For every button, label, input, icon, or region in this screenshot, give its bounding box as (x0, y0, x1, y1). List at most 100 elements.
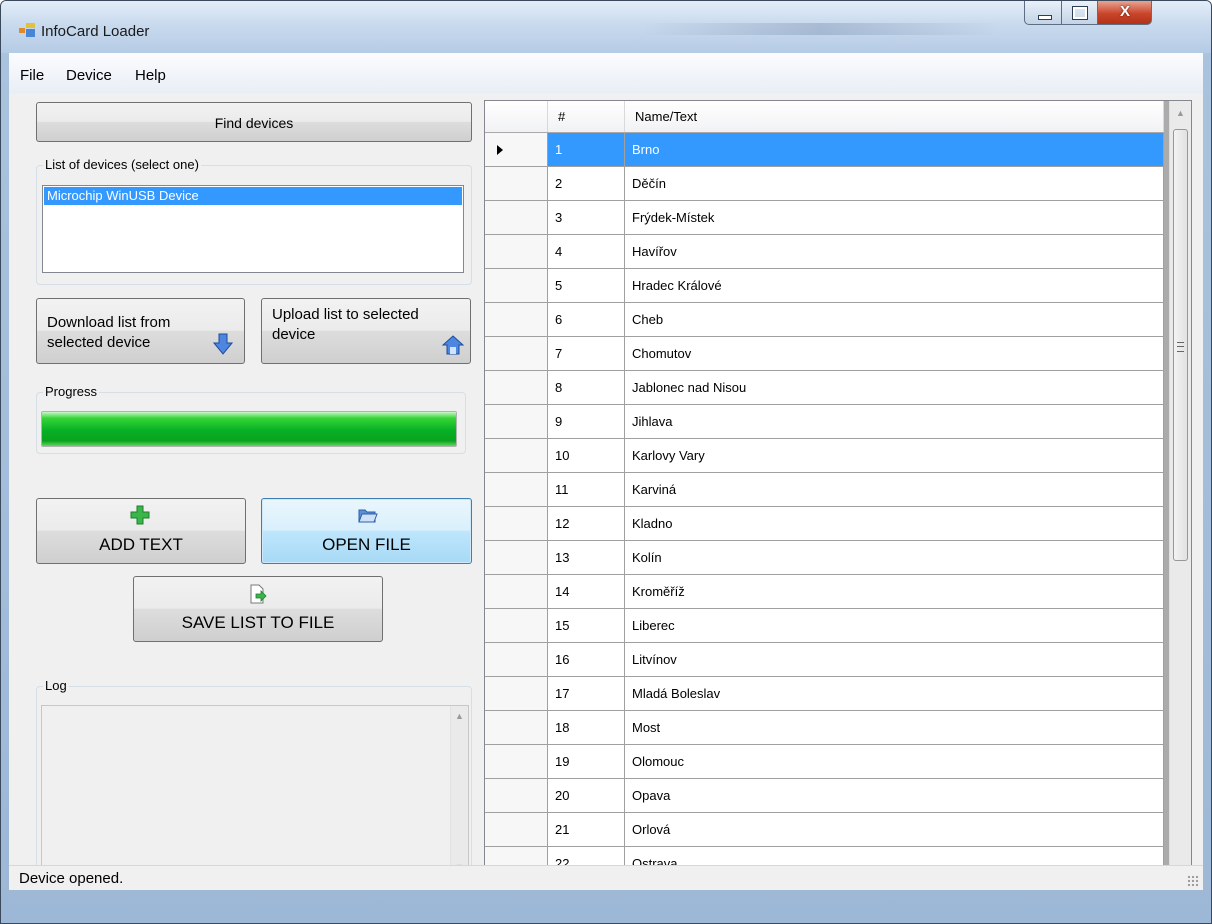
devices-listbox[interactable]: Microchip WinUSB Device (42, 185, 464, 273)
cell-number[interactable]: 19 (548, 745, 625, 779)
cell-name[interactable]: Karviná (625, 473, 1164, 507)
cell-name[interactable]: Liberec (625, 609, 1164, 643)
cell-number[interactable]: 14 (548, 575, 625, 609)
row-header[interactable] (485, 167, 548, 201)
row-header[interactable] (485, 711, 548, 745)
table-row[interactable]: 10 Karlovy Vary (485, 439, 1164, 473)
cell-number[interactable]: 20 (548, 779, 625, 813)
row-header[interactable] (485, 269, 548, 303)
table-row[interactable]: 15 Liberec (485, 609, 1164, 643)
cell-number[interactable]: 13 (548, 541, 625, 575)
cell-name[interactable]: Orlová (625, 813, 1164, 847)
row-header[interactable] (485, 609, 548, 643)
log-scrollbar[interactable]: ▲ ▼ (450, 706, 468, 878)
row-header[interactable] (485, 779, 548, 813)
row-header[interactable] (485, 439, 548, 473)
minimize-button[interactable] (1024, 1, 1062, 25)
cell-name[interactable]: Most (625, 711, 1164, 745)
open-file-button[interactable]: OPEN FILE (261, 498, 472, 564)
table-row[interactable]: 17 Mladá Boleslav (485, 677, 1164, 711)
cell-name[interactable]: Kroměříž (625, 575, 1164, 609)
row-header[interactable] (485, 813, 548, 847)
cell-name[interactable]: Kolín (625, 541, 1164, 575)
cell-name[interactable]: Kladno (625, 507, 1164, 541)
cell-number[interactable]: 4 (548, 235, 625, 269)
cell-name[interactable]: Brno (625, 133, 1164, 167)
cell-number[interactable]: 2 (548, 167, 625, 201)
cell-name[interactable]: Hradec Králové (625, 269, 1164, 303)
table-row[interactable]: 2 Děčín (485, 167, 1164, 201)
table-row[interactable]: 8 Jablonec nad Nisou (485, 371, 1164, 405)
cities-grid[interactable]: # Name/Text 1 Brno 2 Děčín 3 Frýdek-Místek 4 Ha… (484, 100, 1192, 882)
cell-name[interactable]: Olomouc (625, 745, 1164, 779)
table-row[interactable]: 3 Frýdek-Místek (485, 201, 1164, 235)
table-row[interactable]: 6 Cheb (485, 303, 1164, 337)
cell-name[interactable]: Karlovy Vary (625, 439, 1164, 473)
table-row[interactable]: 5 Hradec Králové (485, 269, 1164, 303)
cell-name[interactable]: Litvínov (625, 643, 1164, 677)
table-row[interactable]: 4 Havířov (485, 235, 1164, 269)
cell-number[interactable]: 7 (548, 337, 625, 371)
download-list-button[interactable]: Download list from selected device (36, 298, 245, 364)
row-header[interactable] (485, 745, 548, 779)
table-row[interactable]: 9 Jihlava (485, 405, 1164, 439)
cell-name[interactable]: Opava (625, 779, 1164, 813)
cell-number[interactable]: 6 (548, 303, 625, 337)
cell-number[interactable]: 10 (548, 439, 625, 473)
table-row[interactable]: 11 Karviná (485, 473, 1164, 507)
resize-grip-icon[interactable] (1187, 875, 1199, 887)
cell-number[interactable]: 15 (548, 609, 625, 643)
log-textbox[interactable]: ▲ ▼ (41, 705, 469, 879)
cell-number[interactable]: 18 (548, 711, 625, 745)
table-row[interactable]: 21 Orlová (485, 813, 1164, 847)
device-list-item[interactable]: Microchip WinUSB Device (44, 187, 462, 205)
cell-number[interactable]: 5 (548, 269, 625, 303)
cell-name[interactable]: Jablonec nad Nisou (625, 371, 1164, 405)
cell-number[interactable]: 12 (548, 507, 625, 541)
cell-number[interactable]: 9 (548, 405, 625, 439)
cell-number[interactable]: 17 (548, 677, 625, 711)
scroll-up-icon[interactable]: ▲ (451, 708, 468, 725)
close-button[interactable]: X (1098, 1, 1152, 25)
row-header[interactable] (485, 473, 548, 507)
table-row[interactable]: 14 Kroměříž (485, 575, 1164, 609)
column-header-name[interactable]: Name/Text (625, 101, 1164, 132)
cell-name[interactable]: Děčín (625, 167, 1164, 201)
cell-number[interactable]: 3 (548, 201, 625, 235)
row-header[interactable] (485, 133, 548, 167)
add-text-button[interactable]: ADD TEXT (36, 498, 246, 564)
row-header[interactable] (485, 371, 548, 405)
table-row[interactable]: 13 Kolín (485, 541, 1164, 575)
table-row[interactable]: 20 Opava (485, 779, 1164, 813)
row-header[interactable] (485, 677, 548, 711)
row-header[interactable] (485, 405, 548, 439)
row-header[interactable] (485, 507, 548, 541)
row-header[interactable] (485, 643, 548, 677)
grid-scrollbar[interactable]: ▲ ▼ (1169, 101, 1191, 881)
upload-list-button[interactable]: Upload list to selected device (261, 298, 471, 364)
menu-device[interactable]: Device (66, 67, 112, 84)
title-bar[interactable]: InfoCard Loader X (1, 1, 1211, 53)
table-row[interactable]: 18 Most (485, 711, 1164, 745)
cell-name[interactable]: Frýdek-Místek (625, 201, 1164, 235)
cell-number[interactable]: 11 (548, 473, 625, 507)
find-devices-button[interactable]: Find devices (36, 102, 472, 142)
cell-name[interactable]: Chomutov (625, 337, 1164, 371)
save-list-button[interactable]: SAVE LIST TO FILE (133, 576, 383, 642)
cell-number[interactable]: 21 (548, 813, 625, 847)
table-row[interactable]: 7 Chomutov (485, 337, 1164, 371)
scroll-thumb[interactable] (1173, 129, 1188, 561)
cell-number[interactable]: 8 (548, 371, 625, 405)
cell-name[interactable]: Mladá Boleslav (625, 677, 1164, 711)
cell-name[interactable]: Havířov (625, 235, 1164, 269)
table-row[interactable]: 16 Litvínov (485, 643, 1164, 677)
scroll-up-icon[interactable]: ▲ (1172, 105, 1189, 122)
row-header[interactable] (485, 337, 548, 371)
menu-help[interactable]: Help (135, 67, 166, 84)
cell-number[interactable]: 16 (548, 643, 625, 677)
table-row[interactable]: 12 Kladno (485, 507, 1164, 541)
cell-name[interactable]: Jihlava (625, 405, 1164, 439)
row-header[interactable] (485, 235, 548, 269)
cell-number[interactable]: 1 (548, 133, 625, 167)
row-header[interactable] (485, 541, 548, 575)
